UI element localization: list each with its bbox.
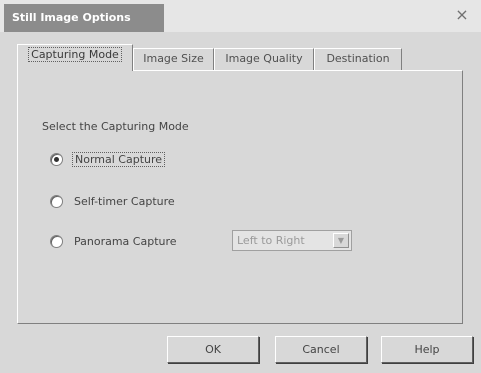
tab-label: Image Size xyxy=(143,52,204,65)
tab-label: Image Quality xyxy=(225,52,303,65)
radio-normal-capture[interactable]: Normal Capture xyxy=(50,150,166,168)
tab-label: Destination xyxy=(326,52,390,65)
panorama-direction-value: Left to Right xyxy=(237,234,305,247)
title-bar: Still Image Options × xyxy=(0,0,481,32)
radio-button[interactable] xyxy=(50,234,63,248)
dialog-window: Still Image Options × Capturing Mode Ima… xyxy=(0,0,481,373)
cancel-button[interactable]: Cancel xyxy=(275,336,367,363)
radio-button-selected[interactable] xyxy=(50,152,63,166)
tab-capturing-mode[interactable]: Capturing Mode xyxy=(17,44,133,71)
radio-label: Normal Capture xyxy=(72,151,166,167)
window-title: Still Image Options xyxy=(4,4,164,32)
radio-label: Panorama Capture xyxy=(74,234,177,248)
tab-destination[interactable]: Destination xyxy=(314,48,402,70)
chevron-down-icon[interactable]: ▼ xyxy=(333,233,349,248)
radio-self-timer-capture[interactable]: Self-timer Capture xyxy=(50,192,175,210)
radio-panorama-capture[interactable]: Panorama Capture xyxy=(50,232,177,250)
help-button[interactable]: Help xyxy=(381,336,473,363)
tab-image-size[interactable]: Image Size xyxy=(133,48,214,70)
radio-button[interactable] xyxy=(50,194,63,208)
tab-label: Capturing Mode xyxy=(28,47,122,62)
radio-label: Self-timer Capture xyxy=(74,194,175,208)
capturing-mode-label: Select the Capturing Mode xyxy=(42,120,189,133)
close-icon[interactable]: × xyxy=(453,6,471,24)
ok-button[interactable]: OK xyxy=(167,336,259,363)
tab-image-quality[interactable]: Image Quality xyxy=(214,48,314,70)
panorama-direction-select[interactable]: Left to Right ▼ xyxy=(232,230,352,251)
